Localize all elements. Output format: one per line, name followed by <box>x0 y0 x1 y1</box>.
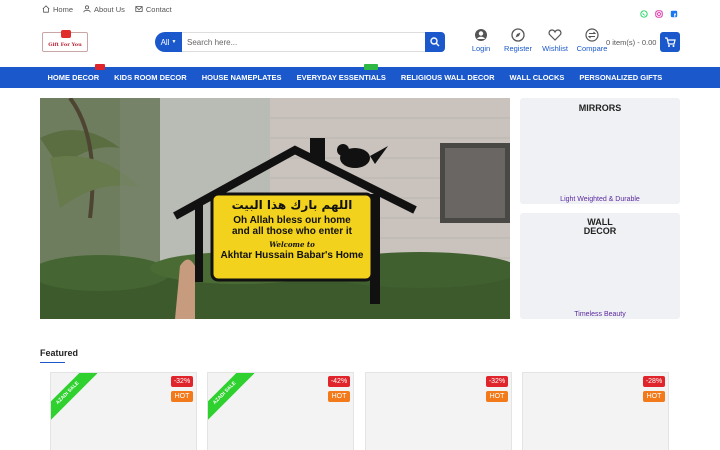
login-button[interactable]: Login <box>466 28 496 53</box>
nav-item-religious-wall-decor[interactable]: RELIGIOUS WALL DECOR <box>393 73 502 82</box>
whatsapp-icon[interactable] <box>640 5 648 18</box>
mail-icon <box>135 6 143 12</box>
people-icon <box>83 5 91 13</box>
compare-icon <box>585 28 599 42</box>
nav-item-label: PERSONALIZED GIFTS <box>579 73 663 82</box>
hot-badge <box>94 64 105 70</box>
discount-badge: -28% <box>643 376 665 387</box>
top-links: Home About Us Contact <box>42 5 172 14</box>
nav-item-label: WALL CLOCKS <box>509 73 565 82</box>
compare-button[interactable]: Compare <box>577 28 607 53</box>
top-link-label: Home <box>53 4 74 14</box>
top-link-home[interactable]: Home <box>42 5 73 14</box>
nav-item-label: EVERYDAY ESSENTIALS <box>296 73 386 82</box>
wishlist-button[interactable]: Wishlist <box>540 28 570 53</box>
nameplate-line3: Welcome to <box>269 240 315 249</box>
cart-icon <box>665 37 676 47</box>
top-link-label: About Us <box>94 4 125 14</box>
nameplate-line4: Akhtar Hussain Babar's Home <box>220 250 364 261</box>
search-category-select[interactable]: All ▼ <box>155 32 182 52</box>
home-icon <box>42 5 50 13</box>
site-header: Gift For You All ▼ Login Register Wishli… <box>0 18 720 67</box>
sale-ribbon: AZADI SALE <box>208 373 255 423</box>
nav-item-label: RELIGIOUS WALL DECOR <box>400 73 495 82</box>
facebook-icon[interactable] <box>670 5 678 18</box>
nameplate-arabic: اللهم بارك هذا البيت <box>231 198 353 212</box>
product-card[interactable]: AZADI SALE -32% HOT <box>50 372 197 450</box>
nameplate-line1: Oh Allah bless our home <box>233 215 351 226</box>
instagram-icon[interactable] <box>655 5 663 18</box>
hot-badge: HOT <box>328 391 350 402</box>
nameplate-text: اللهم بارك هذا البيت Oh Allah bless our … <box>212 198 372 261</box>
cart-button[interactable] <box>660 32 680 52</box>
login-label: Login <box>471 44 491 53</box>
banner-title: MIRRORS <box>578 103 622 113</box>
product-card[interactable]: -32% HOT <box>365 372 512 450</box>
banner-subtitle: Timeless Beauty <box>574 311 626 318</box>
top-link-label: Contact <box>145 4 172 14</box>
nav-item-house-nameplates[interactable]: HOUSE NAMEPLATES <box>194 73 289 82</box>
social-links <box>640 5 678 18</box>
nav-item-personalized-gifts[interactable]: PERSONALIZED GIFTS <box>572 73 670 82</box>
product-card[interactable]: -28% HOT <box>522 372 669 450</box>
wishlist-label: Wishlist <box>542 44 568 53</box>
wall-decor-banner[interactable]: WALL DECOR Timeless Beauty <box>520 213 680 319</box>
nav-item-everyday-essentials[interactable]: EVERYDAY ESSENTIALS <box>289 64 393 82</box>
caret-down-icon: ▼ <box>171 39 177 45</box>
compare-label: Compare <box>576 44 608 53</box>
hot-badge: HOT <box>486 391 508 402</box>
cart-summary[interactable]: 0 item(s) - 0.00 <box>606 38 656 47</box>
search-button[interactable] <box>425 32 445 52</box>
compass-icon <box>511 28 525 42</box>
main-nav: HOME DECOR KIDS ROOM DECOR HOUSE NAMEPLA… <box>0 64 720 88</box>
mirrors-banner[interactable]: MIRRORS Light Weighted & Durable <box>520 98 680 204</box>
search-input[interactable] <box>182 32 425 52</box>
register-label: Register <box>504 44 532 53</box>
hot-badge: HOT <box>643 391 665 402</box>
hero-banner[interactable]: اللهم بارك هذا البيت Oh Allah bless our … <box>40 98 510 319</box>
nav-item-label: HOME DECOR <box>47 73 100 82</box>
nav-item-label: KIDS ROOM DECOR <box>114 73 187 82</box>
search-bar: All ▼ <box>155 32 445 52</box>
header-actions: Login Register Wishlist Compare <box>466 28 607 53</box>
banner-title: WALL DECOR <box>583 217 617 236</box>
gift-icon <box>61 30 71 38</box>
sale-ribbon: AZADI SALE <box>51 373 98 423</box>
banner-subtitle: Light Weighted & Durable <box>560 196 640 203</box>
discount-badge: -32% <box>171 376 193 387</box>
heart-icon <box>548 29 562 41</box>
user-icon <box>475 29 487 41</box>
nav-item-home-decor[interactable]: HOME DECOR <box>40 64 107 82</box>
nav-item-label: HOUSE NAMEPLATES <box>201 73 282 82</box>
search-icon <box>430 37 440 47</box>
top-bar: Home About Us Contact <box>0 0 720 18</box>
featured-heading: Featured <box>40 348 79 358</box>
top-link-contact[interactable]: Contact <box>135 5 172 14</box>
nameplate-line2: and all those who enter it <box>231 226 352 237</box>
register-button[interactable]: Register <box>503 28 533 53</box>
site-logo[interactable]: Gift For You <box>42 30 88 52</box>
discount-badge: -42% <box>328 376 350 387</box>
search-category-label: All <box>160 37 170 47</box>
heading-underline <box>40 362 65 363</box>
new-badge <box>364 64 379 70</box>
logo-text: Gift For You <box>48 42 82 48</box>
hot-badge: HOT <box>171 391 193 402</box>
discount-badge: -32% <box>486 376 508 387</box>
top-link-about[interactable]: About Us <box>83 5 125 14</box>
product-card[interactable]: AZADI SALE -42% HOT <box>207 372 354 450</box>
nav-item-wall-clocks[interactable]: WALL CLOCKS <box>502 73 572 82</box>
nav-item-kids-room-decor[interactable]: KIDS ROOM DECOR <box>107 73 195 82</box>
